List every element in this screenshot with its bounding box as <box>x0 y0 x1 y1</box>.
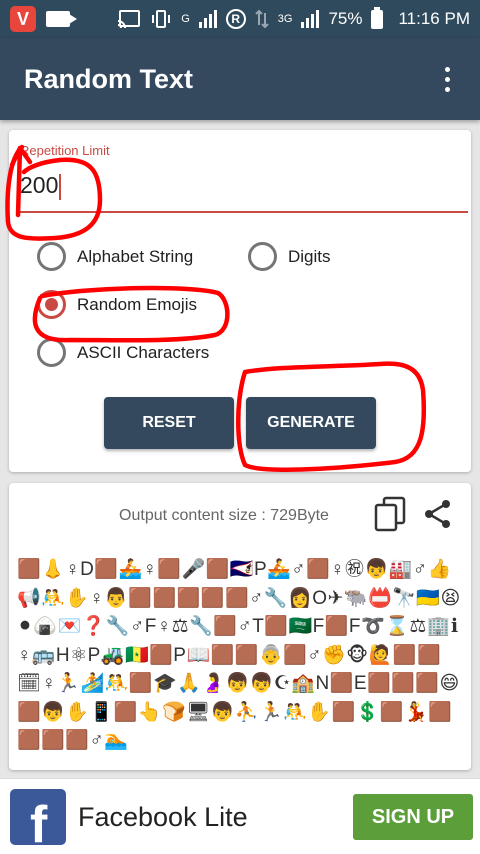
ad-title: Facebook Lite <box>78 802 248 832</box>
generate-button[interactable]: GENERATE <box>246 397 376 449</box>
repetition-limit-label: Repetition Limit <box>20 143 110 158</box>
network-type-3g: 3G <box>277 13 293 25</box>
repetition-limit-input[interactable]: 200 <box>20 172 62 200</box>
output-card: Output content size : 729Byte 🟫👃♀D🟫🚣♀🟫🎤🟫… <box>9 483 471 770</box>
copy-icon[interactable] <box>374 496 406 532</box>
repetition-limit-value: 200 <box>20 172 59 198</box>
radio-label: Alphabet String <box>77 246 194 266</box>
app-bar: Random Text <box>0 38 480 120</box>
status-bar: V G R 3G 75% 11:16 PM <box>0 0 480 38</box>
facebook-logo-icon: f <box>10 789 66 845</box>
signal-icon-2 <box>301 10 320 28</box>
output-content: 🟫👃♀D🟫🚣♀🟫🎤🟫🇦🇸P🚣♂🟫♀㊗👦🏭♂👍📢🤼✋♀👨🟫🟫🟫🟫🟫♂🔧👩O✈🐃📛🔭… <box>17 559 461 751</box>
clock: 11:16 PM <box>398 9 470 28</box>
ad-banner[interactable]: f Facebook Lite SIGN UP <box>0 778 480 854</box>
roaming-icon: R <box>225 9 246 29</box>
radio-button-icon <box>37 338 66 367</box>
radio-label: Digits <box>288 246 331 266</box>
cast-icon <box>118 10 141 29</box>
app-title: Random Text <box>24 63 194 94</box>
radio-button-icon <box>37 242 66 271</box>
radio-label: ASCII Characters <box>77 342 210 362</box>
radio-digits[interactable]: Digits <box>248 242 331 271</box>
radio-button-checked-icon <box>37 290 66 319</box>
settings-card: Repetition Limit 200 Alphabet String Dig… <box>9 130 471 472</box>
radio-ascii-characters[interactable]: ASCII Characters <box>37 338 209 367</box>
signal-icon <box>198 10 217 28</box>
battery-level: 75% <box>328 9 363 28</box>
battery-icon <box>371 6 384 29</box>
reset-button[interactable]: RESET <box>104 397 234 449</box>
radio-label: Random Emojis <box>77 294 197 314</box>
radio-random-emojis[interactable]: Random Emojis <box>37 290 197 319</box>
app-notification-icon: V <box>10 6 36 32</box>
share-icon[interactable] <box>423 499 453 529</box>
input-underline <box>18 211 468 213</box>
video-camera-icon <box>46 11 77 27</box>
text-cursor <box>59 173 62 200</box>
overflow-menu-icon[interactable] <box>439 61 456 98</box>
data-transfer-icon <box>255 9 269 29</box>
network-type-g: G <box>181 13 190 25</box>
vibrate-icon <box>152 10 171 28</box>
radio-alphabet-string[interactable]: Alphabet String <box>37 242 193 271</box>
radio-button-icon <box>248 242 277 271</box>
sign-up-button[interactable]: SIGN UP <box>353 794 473 840</box>
